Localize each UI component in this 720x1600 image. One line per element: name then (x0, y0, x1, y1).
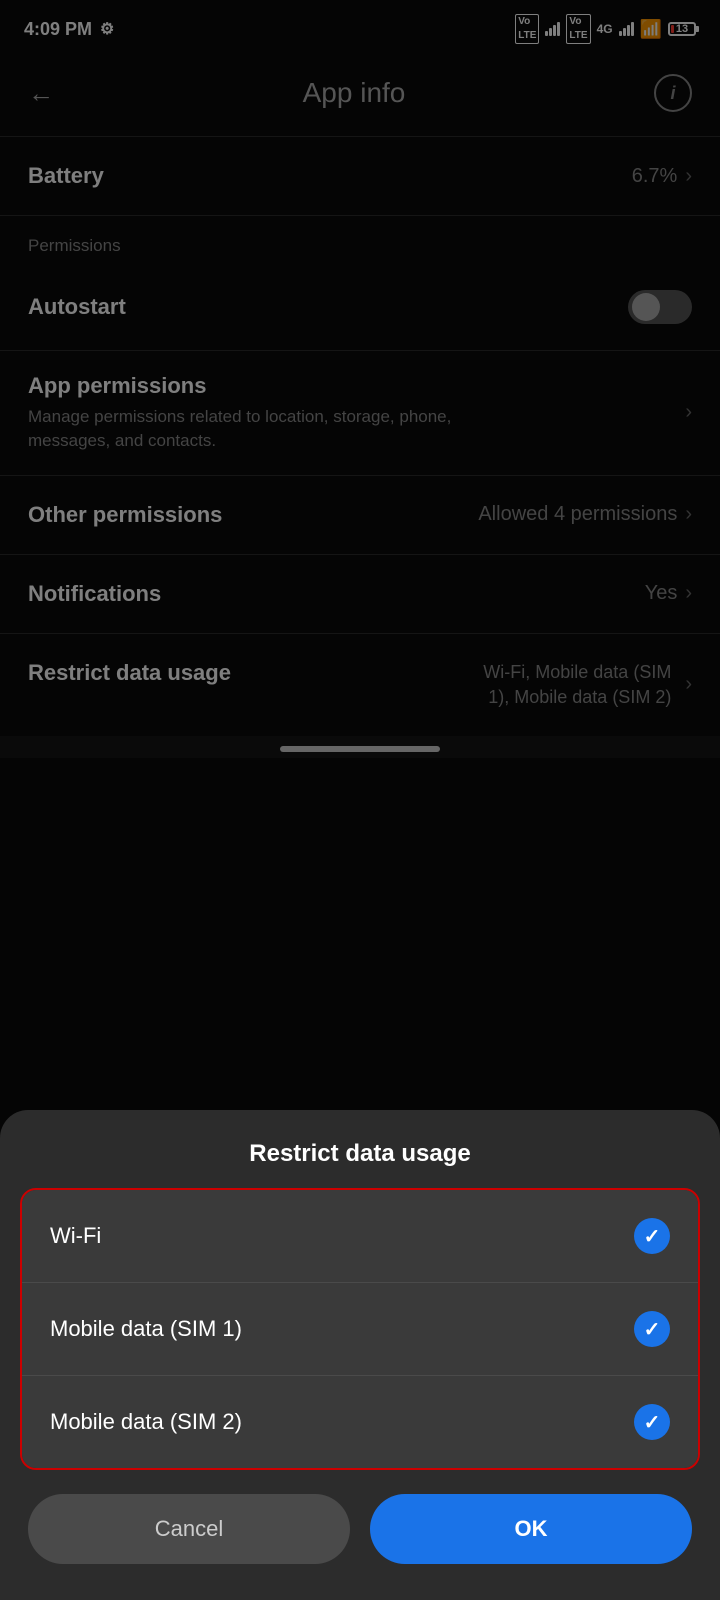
bottom-sheet-title: Restrict data usage (0, 1110, 720, 1188)
sim2-option-label: Mobile data (SIM 2) (50, 1409, 242, 1435)
wifi-option-label: Wi-Fi (50, 1223, 101, 1249)
cancel-button[interactable]: Cancel (28, 1494, 350, 1564)
home-indicator (0, 736, 720, 758)
sim2-option[interactable]: Mobile data (SIM 2) ✓ (22, 1376, 698, 1468)
home-bar (280, 746, 440, 752)
sim1-checkmark-icon: ✓ (644, 1317, 661, 1342)
sim2-checkmark-icon: ✓ (644, 1410, 661, 1435)
wifi-option[interactable]: Wi-Fi ✓ (22, 1190, 698, 1283)
sheet-actions: Cancel OK (0, 1470, 720, 1580)
wifi-checkmark-icon: ✓ (644, 1224, 661, 1249)
ok-button[interactable]: OK (370, 1494, 692, 1564)
wifi-checkbox[interactable]: ✓ (634, 1218, 670, 1254)
restrict-data-bottom-sheet: Restrict data usage Wi-Fi ✓ Mobile data … (0, 1110, 720, 1600)
sim1-option[interactable]: Mobile data (SIM 1) ✓ (22, 1283, 698, 1376)
sim2-checkbox[interactable]: ✓ (634, 1404, 670, 1440)
sim1-option-label: Mobile data (SIM 1) (50, 1316, 242, 1342)
sheet-options-container: Wi-Fi ✓ Mobile data (SIM 1) ✓ Mobile dat… (20, 1188, 700, 1470)
sim1-checkbox[interactable]: ✓ (634, 1311, 670, 1347)
